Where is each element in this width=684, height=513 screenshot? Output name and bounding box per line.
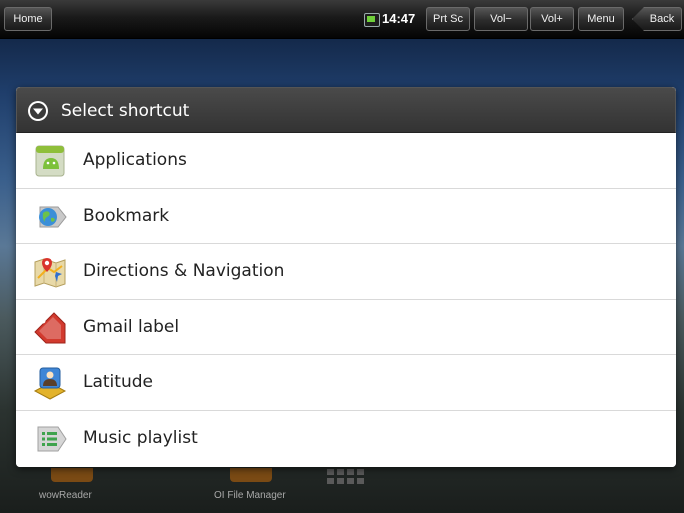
wowreader-dock-icon[interactable] [51,468,93,482]
list-item-gmail-label[interactable]: Gmail label [16,299,676,356]
file-manager-dock-icon[interactable] [230,468,272,482]
back-button[interactable]: Back [632,7,682,31]
list-item-label: Music playlist [83,427,198,448]
music-playlist-icon [37,426,67,452]
list-item-label: Latitude [83,372,153,393]
list-item-label: Bookmark [83,205,170,226]
list-item-label: Gmail label [83,316,180,337]
list-item-directions-navigation[interactable]: Directions & Navigation [16,244,676,300]
bookmark-globe-icon [39,206,67,228]
android-app-icon [35,145,65,177]
wowreader-label: wowReader [39,490,92,501]
battery-icon [364,13,380,27]
clock: 14:47 [382,11,416,26]
map-navigation-icon [34,258,66,288]
list-item-applications[interactable]: Applications [16,133,676,189]
home-button[interactable]: Home [4,7,52,31]
file-manager-label: OI File Manager [214,490,286,501]
dialog-header: Select shortcut [16,87,676,133]
list-item-music-playlist[interactable]: Music playlist [16,410,676,467]
gmail-label-icon [34,312,66,344]
dialog-title: Select shortcut [61,101,190,121]
print-screen-button[interactable]: Prt Sc [426,7,470,31]
status-bar: Home 14:47 Prt Sc Vol− Vol+ Menu Back [0,0,684,39]
list-item-label: Directions & Navigation [83,261,285,282]
latitude-icon [33,367,67,400]
list-item-latitude[interactable]: Latitude [16,355,676,411]
menu-button[interactable]: Menu [578,7,624,31]
list-item-label: Applications [83,150,187,170]
volume-up-button[interactable]: Vol+ [530,7,574,31]
select-shortcut-dialog: Select shortcut Applications Bookmark Di… [16,87,676,467]
volume-down-button[interactable]: Vol− [474,7,528,31]
app-drawer-icon[interactable] [325,468,365,486]
list-item-bookmark[interactable]: Bookmark [16,188,676,245]
chevron-down-circle-icon [28,101,48,121]
